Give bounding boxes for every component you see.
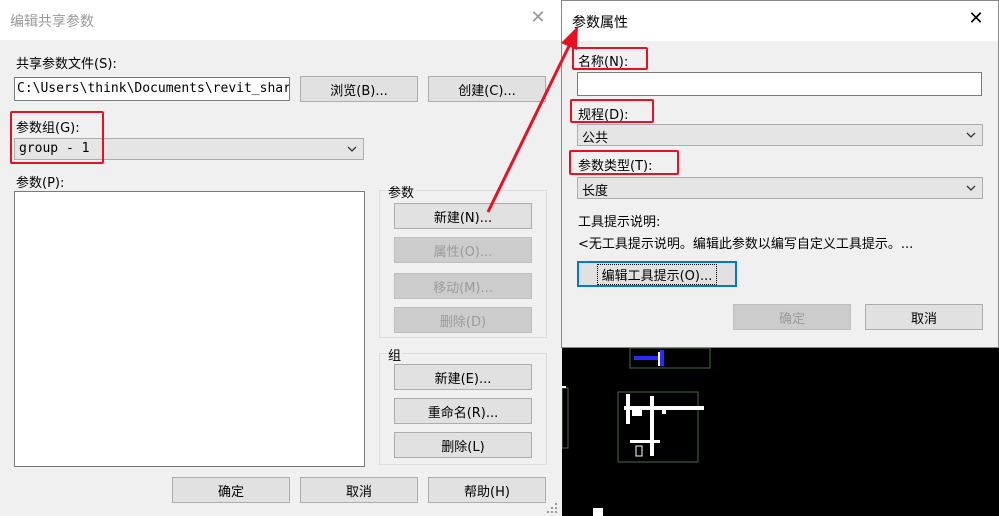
chevron-down-icon [966, 132, 976, 138]
name-input[interactable] [577, 72, 982, 96]
cancel-button[interactable]: 取消 [300, 477, 418, 503]
delete-parameter-button[interactable]: 删除(D) [394, 307, 532, 333]
titlebar: 参数属性 ✕ [562, 1, 998, 41]
properties-button[interactable]: 属性(O)... [394, 237, 532, 263]
discipline-dropdown[interactable]: 公共 [577, 124, 983, 146]
discipline-highlight-box [570, 99, 654, 123]
chevron-down-icon [347, 146, 357, 152]
groups-groupbox-title: 组 [386, 345, 404, 364]
close-icon[interactable]: ✕ [530, 9, 546, 27]
tooltip-description-text: <无工具提示说明。编辑此参数以编写自定义工具提示。... [578, 237, 914, 252]
type-highlight-box [569, 150, 679, 175]
rename-group-button[interactable]: 重命名(R)... [394, 398, 532, 424]
titlebar: 编辑共享参数 ✕ [0, 0, 562, 40]
discipline-value: 公共 [582, 131, 609, 146]
parameters-label: 参数(P): [16, 176, 65, 191]
create-button[interactable]: 创建(C)... [428, 76, 546, 102]
dialog-title: 参数属性 [572, 15, 628, 31]
new-group-button[interactable]: 新建(E)... [394, 364, 532, 390]
name-highlight-box [572, 47, 648, 70]
cad-drawing-background [562, 348, 999, 516]
delete-group-button[interactable]: 删除(L) [394, 432, 532, 458]
new-parameter-button[interactable]: 新建(N)... [394, 203, 532, 229]
parameter-type-dropdown[interactable]: 长度 [577, 177, 983, 199]
cancel-button[interactable]: 取消 [865, 304, 983, 330]
edit-tooltip-button-label: 编辑工具提示(O)... [596, 263, 718, 285]
tooltip-description-label: 工具提示说明: [578, 215, 661, 230]
browse-button[interactable]: 浏览(B)... [300, 76, 418, 102]
edit-tooltip-button[interactable]: 编辑工具提示(O)... [577, 261, 737, 287]
shared-file-label: 共享参数文件(S): [16, 57, 117, 72]
parameter-type-value: 长度 [582, 184, 609, 199]
edit-shared-parameters-dialog: 编辑共享参数 ✕ 共享参数文件(S): C:\Users\think\Docum… [0, 0, 562, 516]
chevron-down-icon [966, 185, 976, 191]
parameters-listbox[interactable] [14, 191, 365, 467]
resize-grip-icon[interactable] [546, 502, 558, 514]
parameters-groupbox-title: 参数 [386, 182, 417, 201]
ok-button[interactable]: 确定 [733, 304, 851, 330]
move-button[interactable]: 移动(M)... [394, 273, 532, 299]
parameter-properties-dialog: 参数属性 ✕ 名称(N): 规程(D): 公共 参数类型(T): 长度 工具提示… [561, 0, 999, 348]
group-highlight-box [10, 111, 104, 164]
close-icon[interactable]: ✕ [968, 10, 984, 28]
dialog-title: 编辑共享参数 [10, 14, 94, 30]
shared-file-path-field[interactable]: C:\Users\think\Documents\revit_shared_pa… [14, 77, 290, 101]
ok-button[interactable]: 确定 [172, 477, 290, 503]
help-button[interactable]: 帮助(H) [428, 477, 546, 503]
